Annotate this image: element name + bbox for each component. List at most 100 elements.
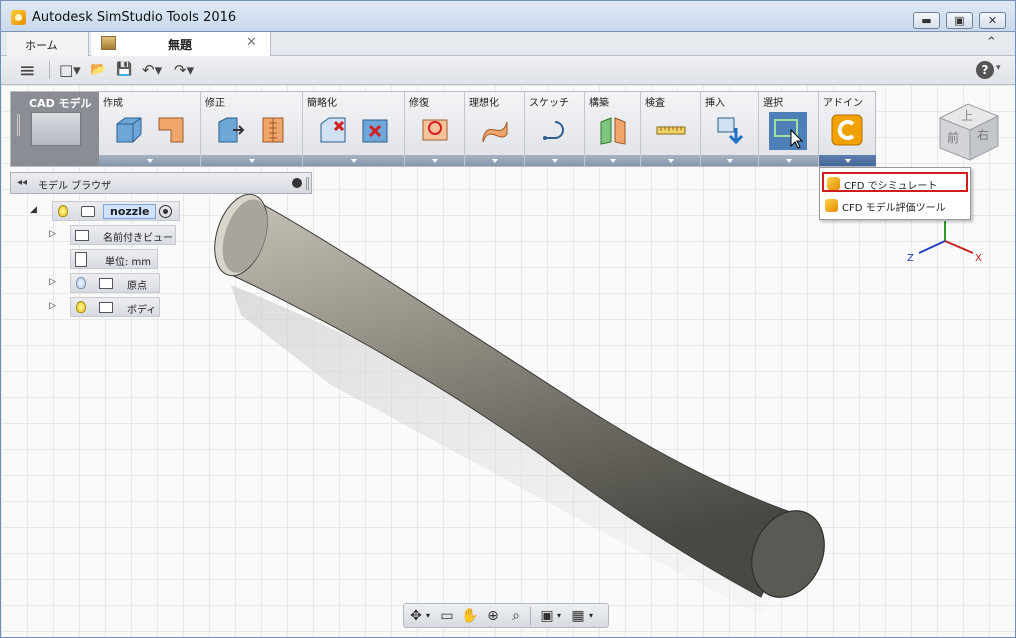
split-body-icon[interactable] [257, 114, 289, 146]
minimize-browser-icon[interactable] [292, 178, 302, 188]
panel-addin-label: アドイン [823, 98, 863, 109]
panel-inspect[interactable]: 検査 [641, 92, 701, 166]
display-dropdown-icon[interactable]: ▾ [557, 611, 561, 620]
tree-node-label: 原点 [127, 281, 147, 292]
view-cube-front-label[interactable]: 前 [947, 129, 959, 146]
visibility-bulb-icon[interactable] [58, 205, 68, 217]
display-settings-icon[interactable]: ▣ [538, 607, 556, 625]
insert-icon[interactable] [714, 114, 746, 146]
view-cube[interactable]: 上 前 右 [932, 96, 1006, 170]
ribbon-grip[interactable] [17, 114, 20, 136]
idealize-surface-icon[interactable] [479, 114, 511, 146]
zoom-fit-icon[interactable]: ⌕ [507, 607, 525, 625]
panel-select[interactable]: 選択 [759, 92, 819, 166]
folder-icon [99, 278, 113, 289]
menu-item-label: CFD モデル評価ツール [842, 203, 946, 214]
panel-addin[interactable]: アドイン [819, 92, 876, 166]
help-dropdown-icon[interactable]: ▾ [996, 63, 1001, 73]
tree-node-origin[interactable]: 原点 [70, 273, 160, 293]
panel-modify-dropdown[interactable] [201, 155, 302, 166]
panel-repair-dropdown[interactable] [405, 155, 464, 166]
visibility-bulb-icon[interactable] [76, 277, 86, 289]
tab-close-icon[interactable]: ✕ [246, 35, 257, 50]
look-at-icon[interactable]: ▭ [438, 607, 456, 625]
delete-body-icon[interactable] [359, 114, 391, 146]
tree-node-units[interactable]: 単位: mm [70, 249, 158, 269]
construct-plane-icon[interactable] [597, 114, 629, 146]
collapse-browser-icon[interactable]: ◂◂ [17, 177, 27, 188]
repair-icon[interactable] [419, 114, 451, 146]
tree-node-label: 名前付きビュー [103, 233, 173, 244]
maximize-button[interactable]: ▣ [946, 12, 973, 29]
triad-z-label: Z [907, 253, 914, 264]
app-logo-icon [11, 10, 26, 25]
orbit-dropdown-icon[interactable]: ▾ [426, 611, 430, 620]
panel-insert[interactable]: 挿入 [701, 92, 759, 166]
expand-triangle-icon[interactable]: ▷ [49, 301, 56, 311]
redo-icon[interactable]: ↷▾ [174, 60, 194, 80]
panel-idealize-dropdown[interactable] [465, 155, 524, 166]
view-cube-right-label[interactable]: 右 [977, 126, 989, 143]
undo-icon[interactable]: ↶▾ [142, 60, 162, 80]
panel-create-dropdown[interactable] [99, 155, 200, 166]
minimize-button[interactable]: ▬ [913, 12, 940, 29]
chevron-up-icon[interactable]: ⌃ [986, 35, 997, 50]
panel-repair[interactable]: 修復 [405, 92, 465, 166]
tree-node-root[interactable]: nozzle [52, 201, 180, 221]
expand-triangle-icon[interactable]: ▷ [49, 229, 56, 239]
pan-hand-icon[interactable]: ✋ [461, 607, 479, 625]
workspace-switcher[interactable]: CAD モデル [11, 92, 99, 166]
measure-icon[interactable] [655, 114, 687, 146]
panel-modify[interactable]: 修正 [201, 92, 303, 166]
view-cube-top-label[interactable]: 上 [961, 107, 973, 124]
orbit-icon[interactable]: ✥ [407, 607, 425, 625]
collapse-triangle-icon[interactable]: ◢ [30, 205, 37, 215]
open-folder-icon[interactable]: 📂 [90, 60, 106, 80]
panel-sketch-dropdown[interactable] [525, 155, 584, 166]
panel-addin-dropdown[interactable] [819, 155, 876, 166]
navbar-divider [530, 607, 531, 625]
panel-simplify[interactable]: 簡略化 [303, 92, 405, 166]
select-icon[interactable] [769, 112, 807, 150]
menu-item-cfd-simulate[interactable]: CFD でシミュレート [822, 172, 968, 192]
panel-construct-dropdown[interactable] [585, 155, 640, 166]
panel-simplify-dropdown[interactable] [303, 155, 404, 166]
tree-node-named-views[interactable]: 名前付きビュー [70, 225, 176, 245]
quick-access-toolbar: ≡ □▾ 📂 💾 ↶▾ ↷▾ ? ▾ [1, 56, 1015, 85]
help-icon[interactable]: ? [976, 61, 994, 79]
panel-construct[interactable]: 構築 [585, 92, 641, 166]
grid-settings-icon[interactable]: ▦ [569, 607, 587, 625]
panel-select-dropdown[interactable] [759, 155, 818, 166]
menu-item-cfd-model-assessment[interactable]: CFD モデル評価ツール [822, 196, 968, 216]
tab-home[interactable]: ホーム [7, 32, 89, 56]
document-tab-bar: ホーム 無題 ✕ ⌃ [1, 32, 1015, 56]
visibility-bulb-icon[interactable] [76, 301, 86, 313]
close-button[interactable]: ✕ [979, 12, 1006, 29]
root-component-name[interactable]: nozzle [103, 204, 157, 219]
menu-icon[interactable]: ≡ [19, 60, 36, 80]
sketch-arc-icon[interactable] [539, 114, 571, 146]
navigation-bar: ✥ ▾ ▭ ✋ ⊕ ⌕ ▣ ▾ ▦ ▾ [403, 603, 609, 628]
save-icon[interactable]: 💾 [116, 60, 132, 80]
title-bar: Autodesk SimStudio Tools 2016 ▬ ▣ ✕ [0, 0, 1016, 32]
cfd-addin-icon[interactable] [831, 114, 863, 146]
panel-idealize-label: 理想化 [469, 98, 499, 109]
tree-node-label: ボディ [127, 305, 157, 316]
grid-dropdown-icon[interactable]: ▾ [589, 611, 593, 620]
panel-insert-dropdown[interactable] [701, 155, 758, 166]
box-icon[interactable] [113, 114, 145, 146]
panel-inspect-dropdown[interactable] [641, 155, 700, 166]
zoom-icon[interactable]: ⊕ [484, 607, 502, 625]
tab-document[interactable]: 無題 ✕ [91, 32, 271, 56]
panel-idealize[interactable]: 理想化 [465, 92, 525, 166]
new-file-icon[interactable]: □▾ [59, 60, 81, 80]
expand-triangle-icon[interactable]: ▷ [49, 277, 56, 287]
remove-features-icon[interactable] [317, 114, 349, 146]
press-pull-icon[interactable] [215, 114, 247, 146]
tree-node-bodies[interactable]: ボディ [70, 297, 160, 317]
browser-grip[interactable] [306, 177, 309, 190]
panel-create[interactable]: 作成 [99, 92, 201, 166]
activate-radio-icon[interactable] [159, 205, 172, 218]
extrude-icon[interactable] [155, 114, 187, 146]
panel-sketch[interactable]: スケッチ [525, 92, 585, 166]
